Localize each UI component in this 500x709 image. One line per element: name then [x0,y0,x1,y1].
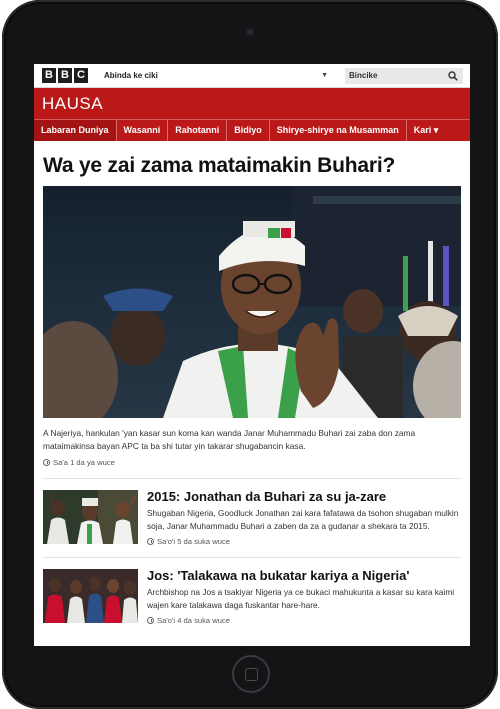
site-brand[interactable]: HAUSA [42,94,103,114]
browser-screen: B B C Abinda ke ciki ▼ Bincike HAUSA Lab… [34,64,470,646]
story-timestamp: Sa'o'i 4 da suka wuce [147,616,461,625]
nav-item-bidiyo[interactable]: Bidiyo [227,120,270,141]
story-summary: Shugaban Nigeria, Goodluck Jonathan zai … [147,508,459,531]
caret-down-icon: ▼ [321,72,328,79]
story-thumbnail-illustration [43,490,138,544]
timestamp-text: Sa'o'i 5 da suka wuce [157,537,230,546]
story-body: Jos: 'Talakawa na bukatar kariya a Niger… [147,568,461,625]
nav-item-wasanni[interactable]: Wasanni [117,120,169,141]
logo-letter: B [42,68,56,83]
nav-item-kari[interactable]: Kari ▾ [407,120,446,141]
timestamp-text: Sa'o'i 4 da suka wuce [157,616,230,625]
timestamp-text: Sa'a 1 da ya wuce [53,458,115,467]
bbc-logo[interactable]: B B C [42,68,88,83]
story-title[interactable]: 2015: Jonathan da Buhari za su ja-zare [147,489,461,504]
search-icon[interactable] [448,71,458,81]
top-bar: B B C Abinda ke ciki ▼ Bincike [34,64,470,88]
lead-summary: A Najeriya, hankulan 'yan kasar sun koma… [43,428,416,451]
front-camera [246,28,254,36]
logo-letter: B [58,68,72,83]
logo-letter: C [74,68,88,83]
story-summary: Archbishop na Jos a tsakiyar Nigeria ya … [147,587,455,610]
story-body: 2015: Jonathan da Buhari za su ja-zare S… [147,489,461,546]
story-timestamp: Sa'o'i 5 da suka wuce [147,537,461,546]
clock-icon [43,459,50,466]
main-content: Wa ye zai zama mataimakin Buhari? A Naje… [34,154,470,625]
lead-headline[interactable]: Wa ye zai zama mataimakin Buhari? [43,154,461,178]
content-select[interactable]: Abinda ke ciki ▼ [100,68,330,84]
lead-timestamp: Sa'a 1 da ya wuce [43,458,461,467]
tablet-frame: B B C Abinda ke ciki ▼ Bincike HAUSA Lab… [2,0,498,709]
content-select-label: Abinda ke ciki [104,71,158,80]
story-item[interactable]: 2015: Jonathan da Buhari za su ja-zare S… [43,489,461,546]
lead-photo[interactable] [43,186,461,418]
nav-item-labaran-duniya[interactable]: Labaran Duniya [34,120,117,141]
home-button[interactable] [232,655,270,693]
clock-icon [147,617,154,624]
story-thumbnail[interactable] [43,490,138,544]
lead-photo-illustration [43,186,461,418]
masthead: HAUSA [34,88,470,119]
main-nav: Labaran Duniya Wasanni Rahotanni Bidiyo … [34,119,470,141]
story-thumbnail-illustration [43,569,138,623]
story-item[interactable]: Jos: 'Talakawa na bukatar kariya a Niger… [43,568,461,625]
search-placeholder: Bincike [349,71,378,80]
search-input[interactable]: Bincike [345,68,463,84]
story-thumbnail[interactable] [43,569,138,623]
story-title[interactable]: Jos: 'Talakawa na bukatar kariya a Niger… [147,568,461,583]
nav-item-shirye-shirye[interactable]: Shirye-shirye na Musamman [270,120,407,141]
divider [43,557,461,558]
clock-icon [147,538,154,545]
divider [43,478,461,479]
nav-item-rahotanni[interactable]: Rahotanni [168,120,228,141]
